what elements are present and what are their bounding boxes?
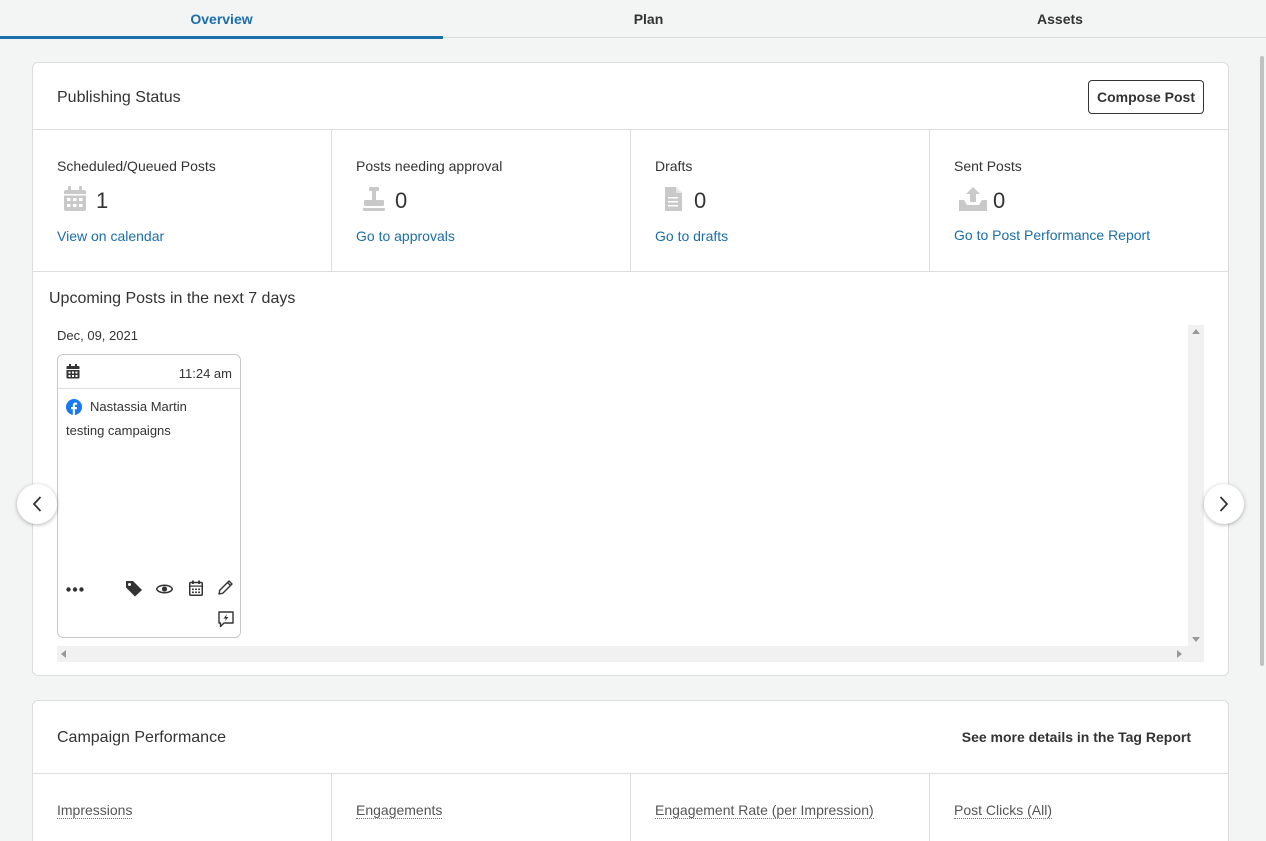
post-card-header: 11:24 am — [58, 355, 240, 389]
metric-engagements: Engagements — [332, 774, 631, 841]
chevron-right-icon — [1219, 496, 1229, 512]
metric-label[interactable]: Impressions — [57, 802, 133, 819]
stat-scheduled: Scheduled/Queued Posts 1 View on calenda… — [33, 130, 332, 271]
tag-icon[interactable] — [125, 580, 143, 597]
tab-plan[interactable]: Plan — [443, 0, 854, 38]
stamp-icon — [363, 187, 385, 211]
page-scrollbar[interactable] — [1258, 38, 1266, 841]
go-to-post-performance-link[interactable]: Go to Post Performance Report — [954, 227, 1150, 243]
post-text: testing campaigns — [66, 423, 171, 438]
stat-drafts: Drafts 0 Go to drafts — [631, 130, 930, 271]
compose-post-button[interactable]: Compose Post — [1087, 80, 1204, 114]
post-time: 11:24 am — [178, 366, 232, 381]
view-on-calendar-link[interactable]: View on calendar — [57, 228, 164, 244]
tab-bar: Overview Plan Assets — [0, 0, 1266, 39]
metric-label[interactable]: Post Clicks (All) — [954, 802, 1053, 819]
stat-label: Scheduled/Queued Posts — [57, 158, 216, 174]
stat-value: 1 — [96, 188, 109, 213]
horizontal-scrollbar[interactable] — [57, 646, 1204, 662]
stat-label: Posts needing approval — [356, 158, 503, 174]
publishing-stats: Scheduled/Queued Posts 1 View on calenda… — [33, 129, 1228, 272]
post-actions — [66, 579, 234, 599]
metric-label[interactable]: Engagements — [356, 802, 443, 819]
go-to-approvals-link[interactable]: Go to approvals — [356, 228, 455, 244]
stat-value: 0 — [395, 188, 408, 213]
metric-impressions: Impressions — [33, 774, 332, 841]
stat-value: 0 — [993, 188, 1006, 213]
more-options-icon[interactable] — [66, 587, 84, 592]
tag-report-link[interactable]: See more details in the Tag Report — [962, 729, 1191, 745]
scroll-left-icon[interactable] — [61, 650, 66, 658]
chevron-left-icon — [32, 496, 42, 512]
post-date-label: Dec, 09, 2021 — [57, 328, 138, 343]
tab-overview[interactable]: Overview — [0, 0, 443, 39]
stat-label: Drafts — [655, 158, 693, 174]
campaign-performance-card: Campaign Performance See more details in… — [32, 700, 1229, 841]
campaign-metrics: Impressions Engagements Engagement Rate … — [33, 773, 1228, 841]
outbox-icon — [959, 187, 987, 211]
metric-label[interactable]: Engagement Rate (per Impression) — [655, 802, 874, 819]
vertical-scrollbar[interactable] — [1188, 325, 1204, 646]
stat-value: 0 — [694, 188, 707, 213]
calendar-icon — [66, 364, 80, 379]
eye-icon[interactable] — [156, 583, 173, 595]
metric-post-clicks: Post Clicks (All) — [930, 774, 1228, 841]
metric-engagement-rate: Engagement Rate (per Impression) — [631, 774, 930, 841]
scroll-down-icon[interactable] — [1192, 637, 1200, 642]
publishing-status-title: Publishing Status — [57, 89, 181, 106]
scroll-right-icon[interactable] — [1177, 650, 1182, 658]
page-scrollbar-thumb[interactable] — [1260, 56, 1264, 666]
stat-approvals: Posts needing approval 0 Go to approvals — [332, 130, 631, 271]
upcoming-posts-title: Upcoming Posts in the next 7 days — [49, 290, 296, 307]
go-to-drafts-link[interactable]: Go to drafts — [655, 228, 728, 244]
stat-label: Sent Posts — [954, 158, 1022, 174]
carousel-next-button[interactable] — [1204, 484, 1244, 524]
pencil-icon[interactable] — [217, 579, 234, 596]
calendar-icon[interactable] — [189, 580, 203, 596]
campaign-performance-title: Campaign Performance — [57, 729, 226, 746]
calendar-icon — [64, 186, 86, 211]
document-icon — [665, 187, 682, 211]
post-card[interactable]: 11:24 am Nastassia Martin testing campai… — [57, 354, 241, 638]
scroll-up-icon[interactable] — [1192, 329, 1200, 334]
carousel-prev-button[interactable] — [17, 484, 57, 524]
post-author: Nastassia Martin — [90, 399, 187, 414]
tab-assets[interactable]: Assets — [854, 0, 1266, 38]
boost-icon[interactable] — [218, 611, 234, 628]
facebook-icon — [66, 399, 82, 415]
stat-sent: Sent Posts 0 Go to Post Performance Repo… — [930, 130, 1228, 271]
publishing-status-card: Publishing Status Compose Post Scheduled… — [17, 62, 1244, 676]
